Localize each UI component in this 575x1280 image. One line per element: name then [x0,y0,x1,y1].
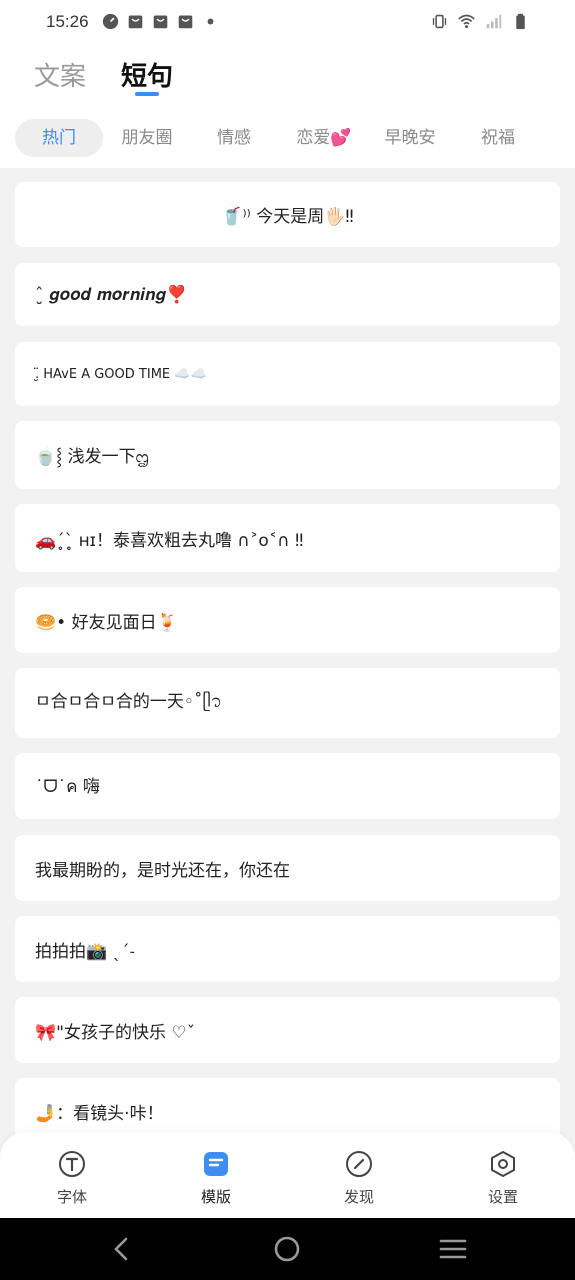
list-item[interactable]: .̮̈ HAvE A GOOD TIME ☁️☁️ [15,342,560,406]
category-emotion[interactable]: 情感 [200,119,268,157]
category-hot[interactable]: 热门 [15,119,103,157]
list-item[interactable]: ㅁ合ㅁ合ㅁ合的一天◦˚ᥫ᭡ [15,668,560,738]
list-item[interactable]: 🚗ˊ̥ˋ̥ ʜɪ！泰喜欢粗去丸噜 ∩˃o˂∩ ‼ [15,504,560,572]
dot-icon [207,18,214,25]
status-bar: 15:26 [0,0,575,48]
bag-icon [128,15,143,29]
category-morning-night[interactable]: 早晚安 [374,119,446,157]
nav-template[interactable]: 模版 [176,1150,256,1207]
nav-discover[interactable]: 发现 [319,1150,399,1207]
system-navigation-bar [0,1218,575,1280]
list-item[interactable]: 🥤⁾⁾ 今天是周🖐🏻‼ [15,182,560,247]
speedometer-icon [102,13,119,30]
tab-wenan[interactable]: 文案 [34,56,86,93]
notification-icons [102,13,219,30]
vibrate-icon [432,14,447,29]
wifi-icon [458,14,475,29]
font-t-icon [59,1151,85,1177]
category-love[interactable]: 恋爱💕 [282,119,366,157]
home-icon[interactable] [273,1235,301,1263]
status-time: 15:26 [46,12,89,31]
battery-icon [516,13,525,30]
bag-icon [153,15,168,29]
back-icon[interactable] [108,1235,136,1263]
hexagon-settings-icon [491,1151,515,1177]
active-tab-indicator [135,92,159,96]
category-moments[interactable]: 朋友圈 [108,119,186,157]
signal-icon [486,14,502,29]
nav-font[interactable]: 字体 [32,1150,112,1207]
tab-duanju[interactable]: 短句 [121,56,173,93]
nav-template-label: 模版 [200,1188,231,1206]
nav-font-label: 字体 [56,1188,87,1206]
header-area: 15:26 文案 短句 热门 朋友圈 情感 恋爱💕 早晚安 祝福 [0,0,575,168]
system-status-icons [431,13,529,30]
nav-settings[interactable]: 设置 [463,1150,543,1207]
list-item[interactable]: 我最期盼的，是时光还在，你还在 [15,835,560,901]
list-item[interactable]: 拍拍拍📸 ˎˊ˗ [15,916,560,982]
recents-menu-icon[interactable] [439,1235,467,1263]
list-item[interactable]: ˆ̮ 𝒈𝒐𝒐𝒅 𝒎𝒐𝒓𝒏𝒊𝒏𝒈❣️ [15,263,560,326]
list-item[interactable]: 🥯• 好友见面日🍹 [15,587,560,653]
nav-settings-label: 设置 [487,1188,518,1206]
bottom-navigation: 字体 模版 发现 设置 [0,1132,575,1218]
template-icon [204,1152,228,1176]
category-blessing[interactable]: 祝福 [464,119,532,157]
bag-icon [178,15,193,29]
compass-icon [346,1151,372,1177]
nav-discover-label: 发现 [343,1188,374,1206]
list-item[interactable]: 🎀"女孩子的快乐 ♡ˇ [15,997,560,1063]
list-item[interactable]: 🍵⸾ 浅发一下ᦗ [15,421,560,489]
list-item[interactable]: ˙ᗜ˙ค 嗨 [15,753,560,819]
